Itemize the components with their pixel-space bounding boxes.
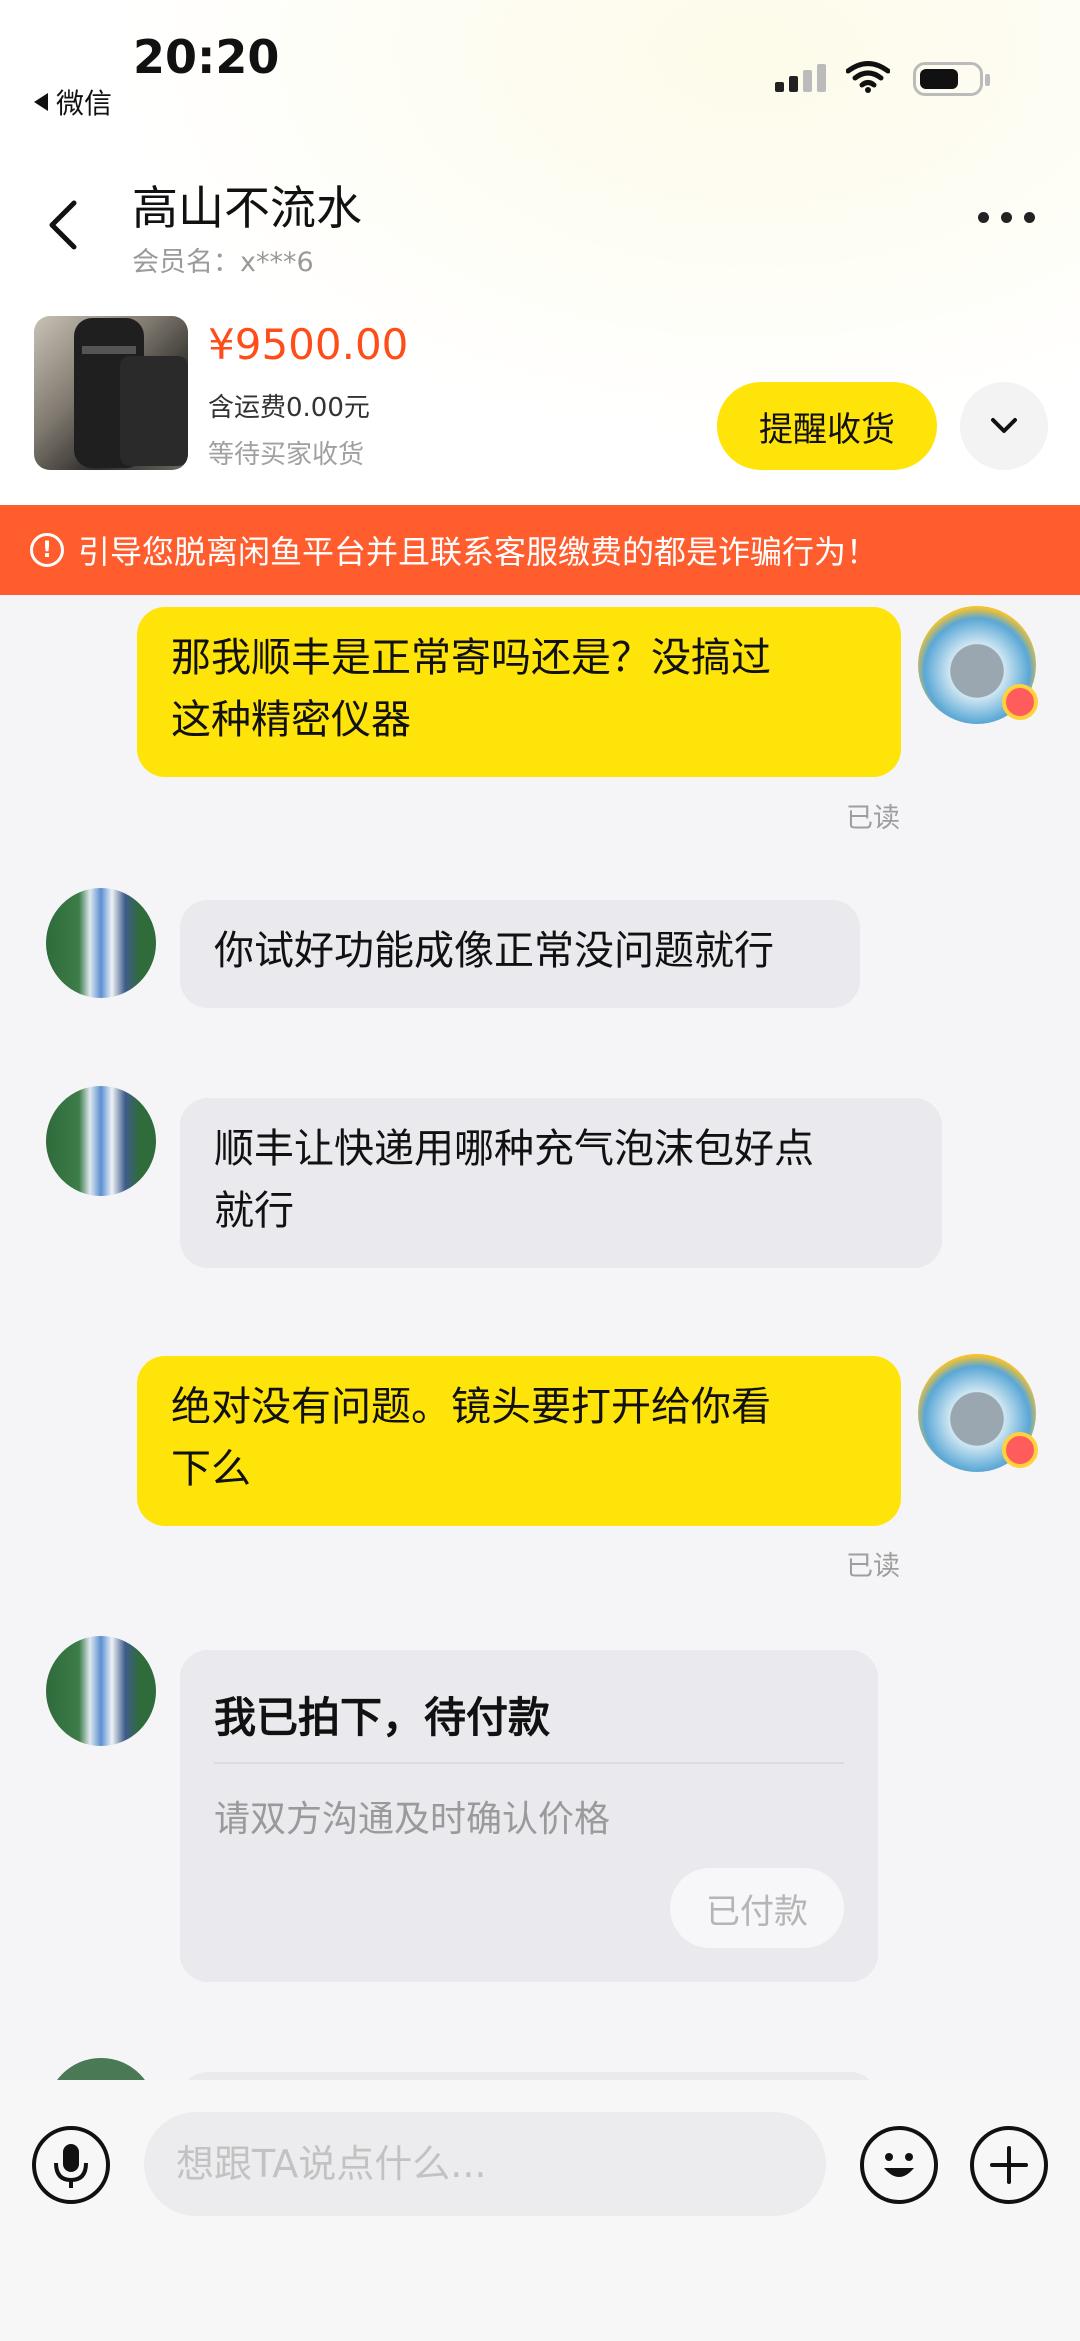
product-price: ¥9500.00: [208, 320, 409, 369]
emoji-button[interactable]: [860, 2126, 938, 2204]
message-text-line: 下么: [171, 1446, 251, 1492]
expand-button[interactable]: [960, 382, 1048, 470]
flower-icon: [1002, 1432, 1038, 1468]
warning-icon: !: [30, 533, 64, 567]
message-text-line: 这种精密仪器: [171, 697, 411, 743]
more-actions-button[interactable]: [970, 2126, 1048, 2204]
voice-input-button[interactable]: [32, 2126, 110, 2204]
message-input[interactable]: [144, 2112, 826, 2216]
warning-text: 引导您脱离闲鱼平台并且联系客服缴费的都是诈骗行为！: [78, 533, 879, 571]
back-arrow-icon[interactable]: [40, 195, 90, 255]
back-triangle-icon: [34, 93, 48, 111]
message-text-line: 顺丰让快递用哪种充气泡沫包好点: [214, 1126, 814, 1172]
divider: [214, 1762, 844, 1764]
fraud-warning-banner: ! 引导您脱离闲鱼平台并且联系客服缴费的都是诈骗行为！: [0, 505, 1080, 595]
wifi-icon: [846, 61, 890, 93]
order-status: 等待买家收货: [208, 440, 365, 470]
message-text-line: 就行: [214, 1188, 294, 1234]
remind-receipt-button[interactable]: 提醒收货: [717, 382, 937, 470]
plus-icon: [990, 2146, 1028, 2184]
back-app-label: 微信: [56, 87, 113, 120]
contact-avatar[interactable]: [46, 1086, 156, 1196]
message-bubble-received[interactable]: 你试好功能成像正常没问题就行: [180, 900, 860, 1008]
chat-title: 高山不流水: [132, 181, 362, 235]
contact-avatar[interactable]: [46, 888, 156, 998]
microphone-icon: [54, 2144, 88, 2188]
cellular-signal-icon: [775, 64, 826, 92]
order-card-desc: 请双方沟通及时确认价格: [214, 1799, 611, 1840]
message-bubble-received[interactable]: 顺丰让快递用哪种充气泡沫包好点 就行: [180, 1098, 942, 1268]
paid-button[interactable]: 已付款: [670, 1868, 844, 1948]
order-card[interactable]: 我已拍下，待付款 请双方沟通及时确认价格 已付款: [180, 1650, 878, 1982]
back-to-app-link[interactable]: 微信: [34, 82, 112, 122]
message-text-line: 那我顺丰是正常寄吗还是？没搞过: [171, 635, 771, 681]
message-text-line: 绝对没有问题。镜头要打开给你看: [171, 1384, 771, 1430]
contact-avatar[interactable]: [46, 1636, 156, 1746]
my-avatar[interactable]: [918, 606, 1038, 724]
shipping-fee: 含运费0.00元: [208, 393, 370, 423]
order-card-title: 我已拍下，待付款: [214, 1693, 551, 1742]
message-text-line: 你试好功能成像正常没问题就行: [214, 928, 774, 974]
status-time: 20:20: [133, 30, 280, 84]
flower-icon: [1002, 684, 1038, 720]
member-name: 会员名：x***6: [132, 247, 314, 278]
more-options-icon[interactable]: [978, 212, 1035, 223]
battery-icon: [913, 62, 990, 96]
my-avatar[interactable]: [918, 1354, 1038, 1472]
chevron-down-icon: [991, 418, 1017, 433]
emoji-icon: [884, 2153, 914, 2177]
product-thumbnail[interactable]: [34, 316, 188, 470]
message-bubble-sent[interactable]: 那我顺丰是正常寄吗还是？没搞过 这种精密仪器: [137, 607, 901, 777]
message-bubble-sent[interactable]: 绝对没有问题。镜头要打开给你看 下么: [137, 1356, 901, 1526]
read-status: 已读: [846, 803, 900, 834]
read-status: 已读: [846, 1551, 900, 1582]
